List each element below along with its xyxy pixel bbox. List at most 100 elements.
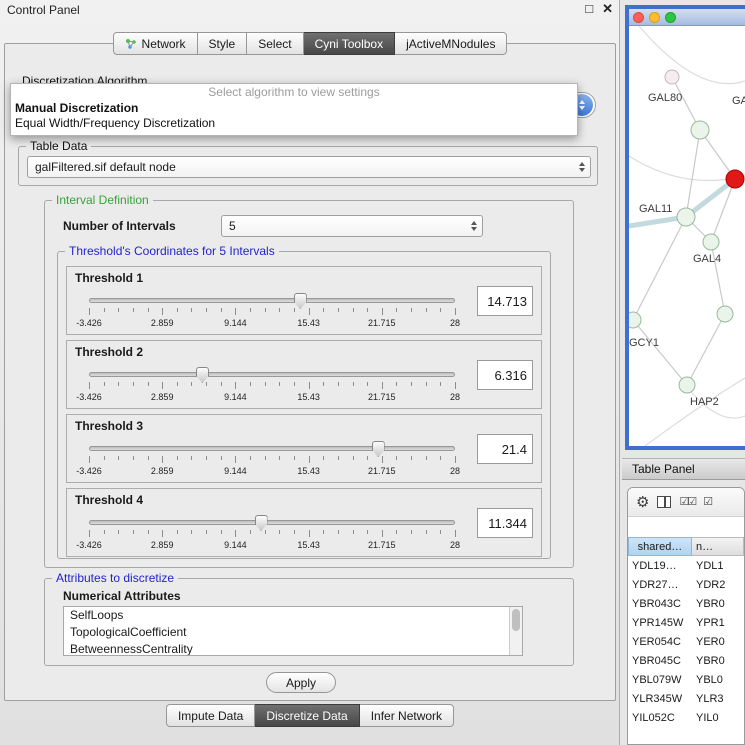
- tab-jactivemnodules[interactable]: jActiveMNodules: [395, 32, 507, 55]
- tick-mark: [250, 382, 251, 386]
- table-cell-name[interactable]: YBR0: [692, 598, 744, 610]
- tab-cyni-toolbox[interactable]: Cyni Toolbox: [304, 32, 395, 55]
- slider-track[interactable]: [89, 372, 455, 377]
- slider-thumb[interactable]: [294, 293, 307, 309]
- tab-network[interactable]: Network: [113, 32, 198, 55]
- algorithm-option-manual-discretization[interactable]: Manual Discretization: [11, 101, 577, 116]
- table-row[interactable]: YPR145WYPR1: [628, 613, 744, 632]
- tick-mark: [440, 530, 441, 534]
- table-cell-shared-name[interactable]: YBL079W: [628, 674, 692, 686]
- table-row[interactable]: YDL19…YDL1: [628, 556, 744, 575]
- network-node[interactable]: [677, 208, 695, 226]
- slider-thumb[interactable]: [372, 441, 385, 457]
- network-canvas[interactable]: GAL80 GA GAL11 GAL4 GCY1 HAP2: [629, 26, 745, 446]
- slider-track[interactable]: [89, 298, 455, 303]
- threshold-slider[interactable]: -3.4262.8599.14415.4321.71528: [89, 367, 455, 407]
- slider-track[interactable]: [89, 446, 455, 451]
- network-window-titlebar[interactable]: [629, 9, 745, 26]
- table-cell-name[interactable]: YPR1: [692, 617, 744, 629]
- threshold-slider[interactable]: -3.4262.8599.14415.4321.71528: [89, 293, 455, 333]
- threshold-value-field[interactable]: 14.713: [477, 286, 533, 316]
- select-checkbox-icon[interactable]: ☑: [703, 497, 711, 508]
- number-of-intervals-value: 5: [229, 219, 236, 233]
- table-row[interactable]: YIL052CYIL0: [628, 708, 744, 727]
- close-traffic-light-icon[interactable]: [633, 12, 644, 23]
- tab-select[interactable]: Select: [247, 32, 303, 55]
- float-window-icon[interactable]: □: [585, 1, 593, 17]
- table-data-value: galFiltered.sif default node: [35, 160, 176, 174]
- tick-mark: [279, 456, 280, 460]
- tab-impute-data[interactable]: Impute Data: [166, 704, 255, 727]
- table-cell-name[interactable]: YLR3: [692, 693, 744, 705]
- apply-button[interactable]: Apply: [266, 672, 336, 693]
- network-node[interactable]: [679, 377, 695, 393]
- tab-style[interactable]: Style: [198, 32, 248, 55]
- table-panel: ⚙ ☑☑ ☑ shared… n… YDL19…YDL1YDR27…YDR2YB…: [627, 487, 745, 745]
- threshold-value-field[interactable]: 21.4: [477, 434, 533, 464]
- tick-mark: [177, 456, 178, 460]
- threshold-slider[interactable]: -3.4262.8599.14415.4321.71528: [89, 441, 455, 481]
- table-cell-shared-name[interactable]: YLR345W: [628, 693, 692, 705]
- columns-icon[interactable]: [657, 496, 671, 508]
- tick-mark: [250, 308, 251, 312]
- table-cell-shared-name[interactable]: YDL19…: [628, 560, 692, 572]
- scrollbar-thumb[interactable]: [512, 609, 520, 631]
- network-node[interactable]: [703, 234, 719, 250]
- tab-discretize-data[interactable]: Discretize Data: [255, 704, 359, 727]
- combo-arrows-icon[interactable]: [471, 221, 477, 231]
- selected-network-node[interactable]: [726, 170, 744, 188]
- minimize-traffic-light-icon[interactable]: [649, 12, 660, 23]
- network-node[interactable]: [691, 121, 709, 139]
- tab-infer-network[interactable]: Infer Network: [360, 704, 454, 727]
- table-cell-name[interactable]: YBL0: [692, 674, 744, 686]
- table-cell-name[interactable]: YER0: [692, 636, 744, 648]
- table-row[interactable]: YER054CYER0: [628, 632, 744, 651]
- table-row[interactable]: YLR345WYLR3: [628, 689, 744, 708]
- threshold-value-field[interactable]: 11.344: [477, 508, 533, 538]
- table-data-combobox[interactable]: galFiltered.sif default node: [27, 156, 591, 178]
- table-cell-shared-name[interactable]: YBR045C: [628, 655, 692, 667]
- threshold-slider[interactable]: -3.4262.8599.14415.4321.71528: [89, 515, 455, 555]
- column-header-shared-name[interactable]: shared…: [628, 537, 692, 556]
- table-row[interactable]: YBL079WYBL0: [628, 670, 744, 689]
- network-view-window[interactable]: GAL80 GA GAL11 GAL4 GCY1 HAP2: [625, 5, 745, 450]
- table-row[interactable]: YBR045CYBR0: [628, 651, 744, 670]
- slider-thumb[interactable]: [255, 515, 268, 531]
- table-cell-name[interactable]: YIL0: [692, 712, 744, 724]
- attributes-scrollbar[interactable]: [509, 607, 522, 655]
- threshold-value-field[interactable]: 6.316: [477, 360, 533, 390]
- select-all-checkboxes-icon[interactable]: ☑☑: [679, 497, 695, 508]
- tick-mark: [104, 308, 105, 312]
- table-row[interactable]: YBR043CYBR0: [628, 594, 744, 613]
- close-icon[interactable]: ✕: [602, 1, 613, 17]
- gear-icon[interactable]: ⚙: [636, 495, 649, 510]
- attribute-item-selfloops[interactable]: SelfLoops: [64, 607, 522, 624]
- table-cell-shared-name[interactable]: YIL052C: [628, 712, 692, 724]
- network-node[interactable]: [629, 312, 641, 328]
- network-node[interactable]: [665, 70, 679, 84]
- table-cell-name[interactable]: YBR0: [692, 655, 744, 667]
- slider-track[interactable]: [89, 520, 455, 525]
- network-node[interactable]: [717, 306, 733, 322]
- tick-mark: [440, 456, 441, 460]
- slider-thumb[interactable]: [196, 367, 209, 383]
- column-header-name[interactable]: n…: [692, 537, 744, 556]
- table-cell-shared-name[interactable]: YPR145W: [628, 617, 692, 629]
- tick-mark: [455, 456, 456, 463]
- attributes-listbox[interactable]: SelfLoopsTopologicalCoefficientBetweenne…: [63, 606, 523, 656]
- algorithm-option-equal-width-frequency-discretization[interactable]: Equal Width/Frequency Discretization: [11, 116, 577, 131]
- number-of-intervals-combobox[interactable]: 5: [221, 215, 483, 237]
- tick-mark: [440, 382, 441, 386]
- table-cell-name[interactable]: YDL1: [692, 560, 744, 572]
- attribute-item-betweennesscentrality[interactable]: BetweennessCentrality: [64, 641, 522, 656]
- table-row[interactable]: YDR27…YDR2: [628, 575, 744, 594]
- table-cell-shared-name[interactable]: YER054C: [628, 636, 692, 648]
- tick-mark: [162, 308, 163, 315]
- table-cell-shared-name[interactable]: YBR043C: [628, 598, 692, 610]
- tick-mark: [396, 456, 397, 460]
- zoom-traffic-light-icon[interactable]: [665, 12, 676, 23]
- attribute-item-topologicalcoefficient[interactable]: TopologicalCoefficient: [64, 624, 522, 641]
- table-cell-shared-name[interactable]: YDR27…: [628, 579, 692, 591]
- combo-arrows-icon[interactable]: [579, 162, 585, 172]
- table-cell-name[interactable]: YDR2: [692, 579, 744, 591]
